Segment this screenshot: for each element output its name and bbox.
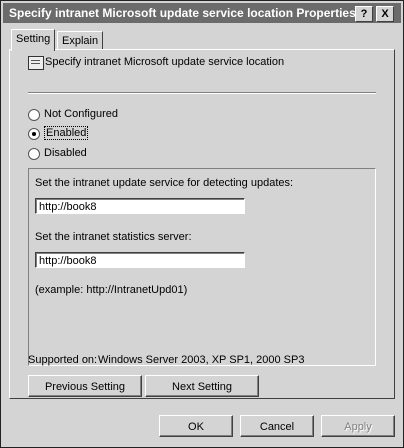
tab-explain[interactable]: Explain bbox=[57, 31, 104, 50]
radio-circle[interactable] bbox=[28, 109, 40, 121]
supported-on: Supported on: Windows Server 2003, XP SP… bbox=[28, 354, 304, 366]
policy-title: Specify intranet Microsoft update servic… bbox=[45, 56, 285, 68]
apply-button[interactable]: Apply bbox=[321, 415, 395, 437]
cancel-button[interactable]: Cancel bbox=[240, 415, 314, 437]
supported-value: Windows Server 2003, XP SP1, 2000 SP3 bbox=[98, 354, 305, 366]
previous-setting-button[interactable]: Previous Setting bbox=[28, 375, 142, 397]
example-text: (example: http://IntranetUpd01) bbox=[35, 284, 188, 296]
radio-label[interactable]: Disabled bbox=[44, 147, 87, 159]
properties-dialog: Specify intranet Microsoft update servic… bbox=[0, 0, 404, 448]
update-service-input[interactable]: http://book8 bbox=[35, 198, 245, 214]
window-title: Specify intranet Microsoft update servic… bbox=[9, 6, 356, 20]
radio-label[interactable]: Enabled bbox=[44, 126, 89, 140]
radio-label[interactable]: Not Configured bbox=[44, 108, 118, 120]
statistics-input[interactable]: http://book8 bbox=[35, 252, 245, 268]
radio-circle[interactable] bbox=[28, 148, 40, 160]
options-group: Set the intranet update service for dete… bbox=[28, 168, 376, 366]
help-button[interactable]: ? bbox=[355, 6, 373, 22]
setting-panel: Specify intranet Microsoft update servic… bbox=[9, 49, 395, 399]
next-setting-button[interactable]: Next Setting bbox=[145, 375, 259, 397]
radio-circle-selected[interactable] bbox=[28, 128, 40, 140]
tab-setting[interactable]: Setting bbox=[11, 29, 56, 51]
supported-label: Supported on: bbox=[28, 354, 98, 366]
statistics-label: Set the intranet statistics server: bbox=[35, 231, 192, 243]
policy-icon bbox=[28, 56, 44, 70]
close-button[interactable]: X bbox=[376, 6, 394, 22]
update-service-label: Set the intranet update service for dete… bbox=[35, 177, 294, 189]
ok-button[interactable]: OK bbox=[159, 415, 233, 437]
title-bar: Specify intranet Microsoft update servic… bbox=[3, 3, 401, 23]
separator bbox=[28, 92, 376, 94]
